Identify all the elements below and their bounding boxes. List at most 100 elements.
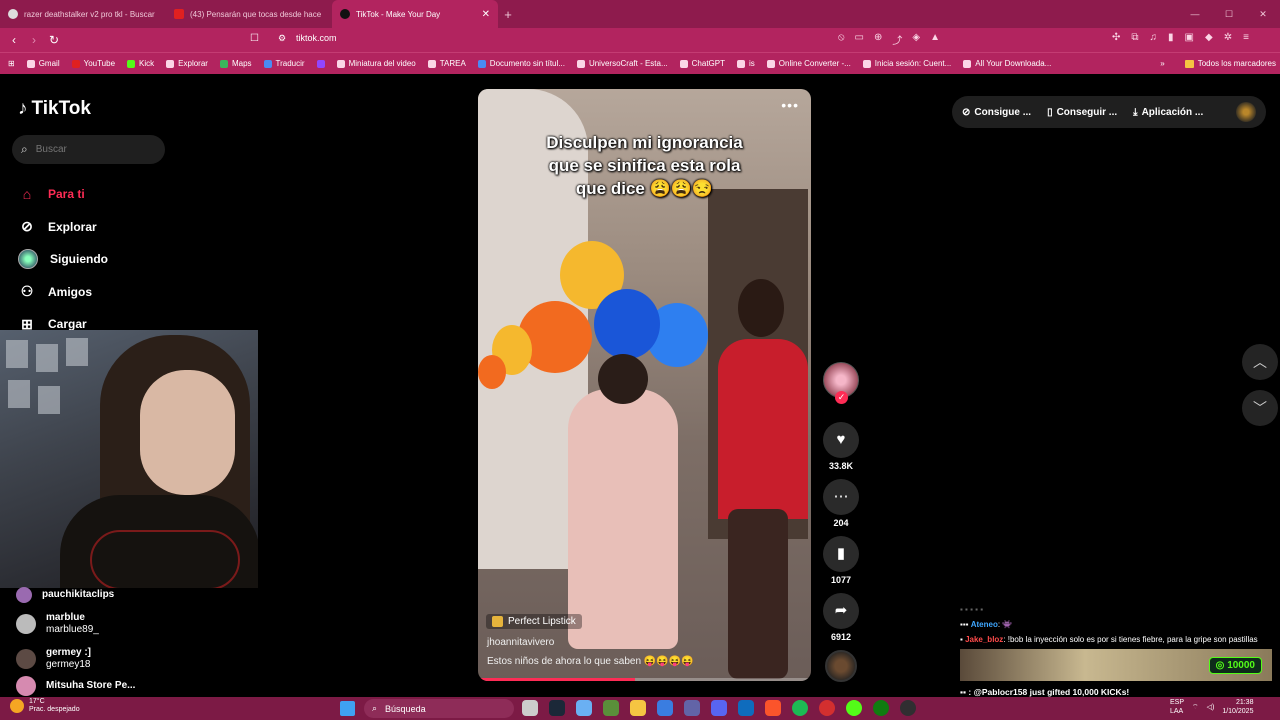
bookmark-item[interactable]: Gmail bbox=[26, 59, 60, 68]
follow-plus-icon[interactable]: ✓ bbox=[835, 391, 848, 404]
bookmark-page-icon[interactable]: ☐ bbox=[250, 33, 259, 44]
bookmark-item[interactable]: All Your Downloada... bbox=[963, 59, 1051, 68]
save-action[interactable]: ▮ 1077 bbox=[821, 536, 861, 585]
bookmark-icon[interactable]: ▮ bbox=[823, 536, 859, 572]
app-icon[interactable] bbox=[819, 700, 835, 716]
wallet-icon[interactable]: ▣ bbox=[1185, 32, 1194, 43]
clock[interactable]: 21:38 1/10/2025 bbox=[1222, 698, 1253, 716]
steam-icon[interactable] bbox=[549, 700, 565, 716]
comment-action[interactable]: ⋯ 204 bbox=[821, 479, 861, 528]
share-action[interactable]: ➦ 6912 bbox=[821, 593, 861, 642]
copilot-icon[interactable] bbox=[576, 700, 592, 716]
zoom-icon[interactable]: ⊕ bbox=[874, 32, 882, 47]
share-icon[interactable]: ⤴ bbox=[892, 32, 902, 47]
music-tag[interactable]: Perfect Lipstick bbox=[486, 614, 582, 629]
teams-icon[interactable] bbox=[684, 700, 700, 716]
windows-start-icon[interactable] bbox=[340, 701, 355, 716]
tab-tiktok[interactable]: TikTok - Make Your Day ✕ bbox=[332, 0, 498, 28]
heart-icon[interactable]: ♥ bbox=[823, 422, 859, 458]
language-indicator[interactable]: ESP LAA bbox=[1170, 698, 1184, 716]
list-item[interactable]: germey :] germey18 bbox=[16, 641, 216, 676]
bookmark-item[interactable]: ChatGPT bbox=[679, 59, 725, 68]
task-view-icon[interactable] bbox=[522, 700, 538, 716]
extensions-icon[interactable]: ✣ bbox=[1112, 32, 1120, 43]
brave-icon[interactable] bbox=[765, 700, 781, 716]
list-item[interactable]: marblue marblue89_ bbox=[16, 606, 216, 641]
wifi-icon[interactable]: ⌔ bbox=[1192, 703, 1199, 712]
apps-grid-icon[interactable]: ⊞ bbox=[8, 59, 15, 68]
close-window-button[interactable]: ✕ bbox=[1246, 0, 1280, 28]
search-box[interactable]: ⌕ bbox=[12, 135, 165, 164]
outlook-icon[interactable] bbox=[738, 700, 754, 716]
volume-icon[interactable]: ◁) bbox=[1207, 703, 1215, 712]
back-button[interactable]: ‹ bbox=[4, 33, 24, 47]
kick-icon[interactable] bbox=[846, 700, 862, 716]
minecraft-icon[interactable] bbox=[603, 700, 619, 716]
spotify-icon[interactable] bbox=[792, 700, 808, 716]
video-progress-bar[interactable] bbox=[478, 678, 811, 681]
bookmark-item[interactable]: Maps bbox=[219, 59, 252, 68]
menu-icon[interactable]: ≡ bbox=[1243, 32, 1249, 43]
video-author[interactable]: jhoannitavivero bbox=[487, 637, 554, 648]
next-video-button[interactable]: ﹀ bbox=[1242, 390, 1278, 426]
obs-icon[interactable] bbox=[900, 700, 916, 716]
list-item[interactable]: pauchikitaclips bbox=[16, 584, 216, 606]
desktop-app-button[interactable]: ⤓ Aplicación ... bbox=[1133, 107, 1203, 118]
bookmark-item[interactable]: UniversoCraft - Esta... bbox=[576, 59, 668, 68]
xbox-icon[interactable] bbox=[873, 700, 889, 716]
tiktok-logo[interactable]: ♪ TikTok bbox=[18, 98, 91, 120]
close-tab-icon[interactable]: ✕ bbox=[482, 9, 490, 20]
brave-shield-icon[interactable]: ◈ bbox=[912, 32, 920, 47]
sidebar-item-amigos[interactable]: ⚇ Amigos bbox=[18, 276, 168, 309]
sidebar-item-para-ti[interactable]: ⌂ Para ti bbox=[18, 178, 168, 211]
capture-icon[interactable]: ⧉ bbox=[1131, 32, 1138, 43]
video-player[interactable]: ••• Disculpen mi ignorancia que se sinif… bbox=[478, 89, 811, 681]
weather-widget[interactable]: 17°C Prac. despejado bbox=[10, 698, 80, 714]
sidebar-item-explorar[interactable]: ⊘ Explorar bbox=[18, 211, 168, 244]
sidebar-icon[interactable]: ▮ bbox=[1168, 32, 1174, 43]
more-options-icon[interactable]: ••• bbox=[781, 97, 799, 113]
bookmark-item[interactable]: YouTube bbox=[71, 59, 115, 68]
bookmark-item[interactable]: Kick bbox=[127, 59, 154, 68]
like-action[interactable]: ♥ 33.8K bbox=[821, 422, 861, 471]
comment-icon[interactable]: ⋯ bbox=[823, 479, 859, 515]
share-arrow-icon[interactable]: ➦ bbox=[823, 593, 859, 629]
list-item[interactable]: Mitsuha Store Pe... bbox=[16, 676, 216, 696]
rewards-icon[interactable]: ▲ bbox=[930, 32, 940, 47]
bookmark-item[interactable]: Inicia sesión: Cuent... bbox=[862, 59, 951, 68]
previous-video-button[interactable]: ︿ bbox=[1242, 344, 1278, 380]
search-input[interactable] bbox=[35, 144, 146, 155]
new-tab-button[interactable]: + bbox=[498, 7, 518, 22]
bookmark-item[interactable]: Online Converter -... bbox=[766, 59, 851, 68]
minimize-button[interactable]: — bbox=[1178, 0, 1212, 28]
sidebar-item-siguiendo[interactable]: Siguiendo bbox=[18, 243, 168, 276]
bookmark-item[interactable]: Explorar bbox=[166, 59, 208, 68]
get-coins-button[interactable]: ⊘ Consigue ... bbox=[962, 107, 1031, 118]
store-icon[interactable] bbox=[657, 700, 673, 716]
creator-avatar[interactable]: ✓ bbox=[823, 362, 859, 404]
reload-button[interactable]: ↻ bbox=[44, 33, 64, 47]
music-icon[interactable]: ♫ bbox=[1150, 32, 1158, 43]
get-app-button[interactable]: ▯ Conseguir ... bbox=[1047, 107, 1117, 118]
file-explorer-icon[interactable] bbox=[630, 700, 646, 716]
music-disc-icon[interactable] bbox=[825, 650, 857, 682]
bookmark-item[interactable]: Documento sin títul... bbox=[477, 59, 565, 68]
tracking-icon[interactable]: ⦸ bbox=[838, 32, 845, 47]
leo-icon[interactable]: ◆ bbox=[1205, 32, 1213, 43]
bookmark-item[interactable]: Traducir bbox=[263, 59, 305, 68]
bookmark-item[interactable]: is bbox=[736, 59, 755, 68]
site-settings-icon[interactable]: ⚙ bbox=[278, 33, 286, 44]
tab-google-search[interactable]: razer deathstalker v2 pro tkl - Buscar bbox=[0, 0, 166, 28]
bookmark-item[interactable] bbox=[316, 59, 325, 68]
forward-button[interactable]: › bbox=[24, 33, 44, 47]
url-field[interactable]: tiktok.com bbox=[296, 33, 337, 43]
tab-youtube[interactable]: (43) Pensarán que tocas desde hace bbox=[166, 0, 332, 28]
all-bookmarks-button[interactable]: » Todos los marcadores bbox=[1160, 59, 1276, 68]
vpn-icon[interactable]: ✲ bbox=[1224, 32, 1232, 43]
taskbar-search[interactable]: ⌕ Búsqueda bbox=[364, 699, 514, 718]
profile-avatar[interactable] bbox=[1236, 102, 1256, 122]
bookmark-item[interactable]: TAREA bbox=[427, 59, 466, 68]
screen-icon[interactable]: ▭ bbox=[855, 32, 864, 47]
discord-icon[interactable] bbox=[711, 700, 727, 716]
maximize-button[interactable]: ☐ bbox=[1212, 0, 1246, 28]
